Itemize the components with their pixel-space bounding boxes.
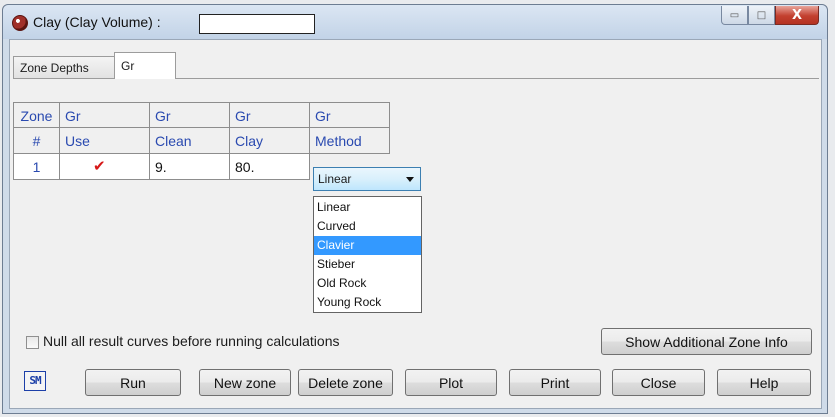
method-dropdown-list: Linear Curved Clavier Stieber Old Rock Y… <box>313 196 422 313</box>
minimize-icon: ▭ <box>729 9 740 21</box>
method-selected-value: Linear <box>318 172 352 186</box>
use-cell[interactable]: ✔ <box>60 154 150 180</box>
close-window-button[interactable]: X <box>775 6 819 25</box>
header-zone: Zone <box>13 102 60 128</box>
plot-button[interactable]: Plot <box>405 369 497 396</box>
checkmark-icon: ✔ <box>93 158 106 175</box>
print-button[interactable]: Print <box>509 369 601 396</box>
help-button[interactable]: Help <box>717 369 811 396</box>
null-results-checkbox[interactable] <box>26 336 39 349</box>
window-title: Clay (Clay Volume) : <box>33 14 161 30</box>
window-controls: ▭ □ X <box>721 6 819 26</box>
new-zone-button[interactable]: New zone <box>199 369 291 396</box>
close-icon: X <box>791 7 803 23</box>
show-additional-zone-info-button[interactable]: Show Additional Zone Info <box>601 328 812 355</box>
delete-zone-button[interactable]: Delete zone <box>298 369 393 396</box>
header-gr-use: Gr <box>60 102 150 128</box>
run-button[interactable]: Run <box>85 369 181 396</box>
header-gr-method: Gr <box>310 102 390 128</box>
method-option-clavier[interactable]: Clavier <box>314 236 421 255</box>
app-icon <box>12 15 28 31</box>
header-method: Method <box>310 128 390 154</box>
header-gr-clay: Gr <box>230 102 310 128</box>
header-clean: Clean <box>150 128 230 154</box>
close-button[interactable]: Close <box>612 369 705 396</box>
clean-cell[interactable]: 9. <box>150 154 230 180</box>
title-bar[interactable]: Clay (Clay Volume) : ▭ □ X <box>3 5 827 39</box>
header-use: Use <box>60 128 150 154</box>
title-name-field <box>199 14 315 34</box>
maximize-icon: □ <box>756 9 767 21</box>
tab-gr[interactable]: Gr <box>114 52 176 79</box>
tab-zone-depths[interactable]: Zone Depths <box>13 56 115 78</box>
method-combobox[interactable]: Linear <box>313 167 421 191</box>
dropdown-arrow-icon <box>406 177 414 182</box>
header-hash: # <box>13 128 60 154</box>
row-zone-number[interactable]: 1 <box>13 154 60 180</box>
header-gr-clean: Gr <box>150 102 230 128</box>
method-option-linear[interactable]: Linear <box>314 198 421 217</box>
method-option-young-rock[interactable]: Young Rock <box>314 293 421 312</box>
header-clay: Clay <box>230 128 310 154</box>
method-option-old-rock[interactable]: Old Rock <box>314 274 421 293</box>
method-option-stieber[interactable]: Stieber <box>314 255 421 274</box>
maximize-button[interactable]: □ <box>748 6 775 25</box>
minimize-button[interactable]: ▭ <box>721 6 748 25</box>
method-option-curved[interactable]: Curved <box>314 217 421 236</box>
null-results-label[interactable]: Null all result curves before running ca… <box>43 333 339 349</box>
sm-logo-icon[interactable]: SM <box>24 371 46 391</box>
clay-cell[interactable]: 80. <box>230 154 310 180</box>
